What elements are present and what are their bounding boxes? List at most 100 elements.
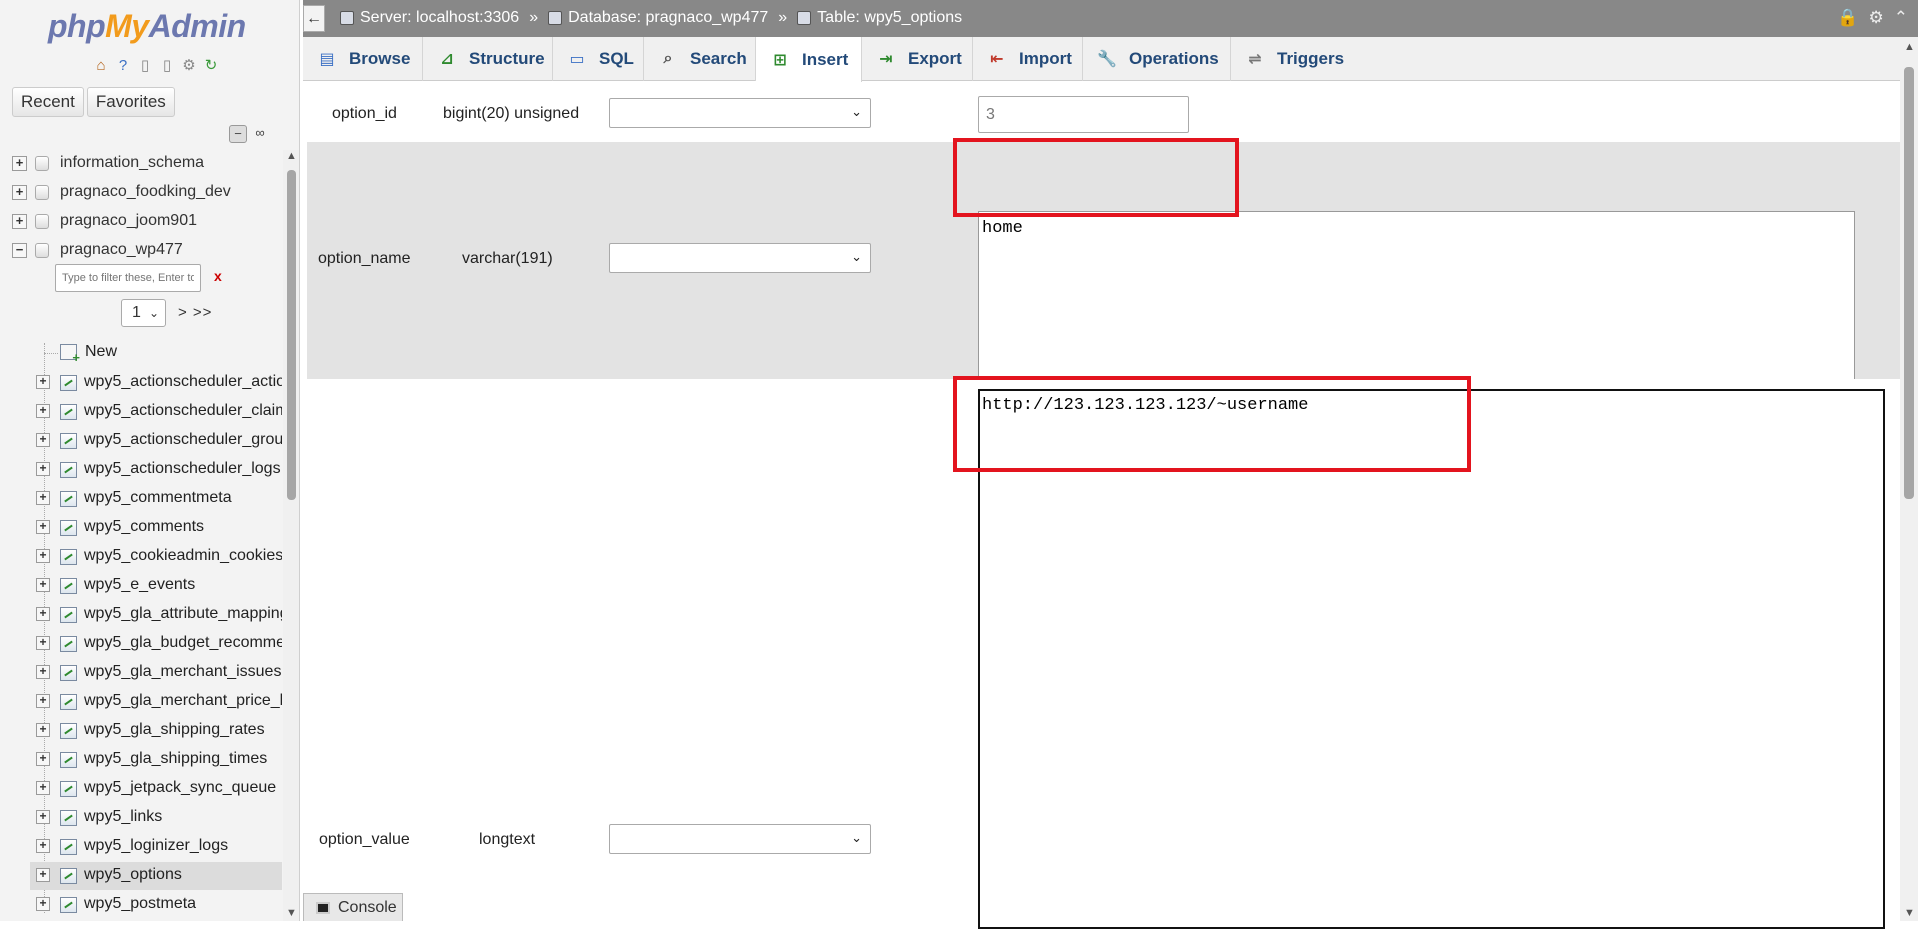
- table-label[interactable]: wpy5_links: [84, 808, 282, 826]
- table-list-item-selected[interactable]: + wpy5_options: [30, 862, 282, 890]
- expand-icon[interactable]: +: [36, 897, 50, 911]
- table-label[interactable]: wpy5_actionscheduler_logs: [84, 460, 282, 478]
- table-icon[interactable]: [60, 781, 77, 797]
- tab-search[interactable]: ⌕ Search: [644, 37, 756, 81]
- expand-icon[interactable]: +: [12, 155, 27, 171]
- scroll-thumb[interactable]: [1904, 67, 1914, 499]
- table-label[interactable]: wpy5_loginizer_logs: [84, 837, 282, 855]
- phpmyadmin-logo[interactable]: phpMyAdmin: [48, 8, 246, 45]
- table-label[interactable]: wpy5_gla_shipping_times: [84, 750, 282, 768]
- function-select[interactable]: ⌄: [609, 98, 871, 128]
- table-list-item[interactable]: + wpy5_actionscheduler_claims: [0, 398, 282, 426]
- table-label[interactable]: wpy5_actionscheduler_claims: [84, 402, 282, 420]
- table-label[interactable]: wpy5_e_events: [84, 576, 282, 594]
- tree-new-table[interactable]: New: [44, 340, 244, 366]
- scroll-down-icon[interactable]: ▼: [286, 907, 297, 919]
- table-label[interactable]: wpy5_comments: [84, 518, 282, 536]
- table-list-item[interactable]: + wpy5_e_events: [0, 572, 282, 600]
- collapse-top-icon[interactable]: ⌃: [1894, 8, 1908, 28]
- table-list-item[interactable]: + wpy5_actionscheduler_logs: [0, 456, 282, 484]
- table-list-item[interactable]: + wpy5_gla_shipping_times: [0, 746, 282, 774]
- table-icon[interactable]: [60, 723, 77, 739]
- expand-icon[interactable]: +: [36, 636, 50, 650]
- table-icon[interactable]: [60, 404, 77, 420]
- docs-icon[interactable]: ▯: [136, 56, 154, 74]
- scroll-down-icon[interactable]: ▼: [1904, 907, 1915, 919]
- expand-icon[interactable]: +: [36, 839, 50, 853]
- table-list-item[interactable]: + wpy5_postmeta: [0, 891, 282, 919]
- table-icon[interactable]: [60, 810, 77, 826]
- expand-icon[interactable]: +: [36, 404, 50, 418]
- scroll-thumb[interactable]: [287, 170, 296, 500]
- table-list-item[interactable]: + wpy5_actionscheduler_actions: [0, 369, 282, 397]
- tab-triggers[interactable]: ⇌ Triggers: [1231, 37, 1357, 81]
- table-icon[interactable]: [60, 665, 77, 681]
- scroll-up-icon[interactable]: ▲: [286, 150, 297, 162]
- table-label[interactable]: wpy5_gla_shipping_rates: [84, 721, 282, 739]
- table-label[interactable]: wpy5_gla_budget_recommendations: [84, 634, 282, 652]
- table-icon[interactable]: [60, 694, 77, 710]
- table-filter-input[interactable]: [55, 264, 201, 292]
- home-icon[interactable]: ⌂: [92, 56, 110, 74]
- expand-icon[interactable]: +: [36, 491, 50, 505]
- db-label[interactable]: pragnaco_joom901: [60, 212, 197, 230]
- table-list-item[interactable]: + wpy5_cookieadmin_cookies: [0, 543, 282, 571]
- table-list-item[interactable]: + wpy5_gla_shipping_rates: [0, 717, 282, 745]
- tree-db-item-expanded[interactable]: − pragnaco_wp477: [0, 237, 282, 263]
- tab-structure[interactable]: ⊿ Structure: [423, 37, 553, 81]
- favorites-button[interactable]: Favorites: [86, 87, 175, 117]
- table-label[interactable]: wpy5_cookieadmin_cookies: [84, 547, 282, 565]
- table-label[interactable]: wpy5_commentmeta: [84, 489, 282, 507]
- db-label[interactable]: pragnaco_foodking_dev: [60, 183, 231, 201]
- nav-scrollbar[interactable]: ▲ ▼: [283, 150, 299, 921]
- table-icon[interactable]: [60, 636, 77, 652]
- collapse-all-icon[interactable]: −: [229, 125, 247, 143]
- breadcrumb-table[interactable]: Table: wpy5_options: [817, 9, 962, 27]
- table-icon[interactable]: [60, 897, 77, 913]
- tree-db-item[interactable]: + pragnaco_foodking_dev: [0, 179, 282, 205]
- help-icon[interactable]: ?: [114, 56, 132, 74]
- tab-insert[interactable]: ⊞ Insert: [756, 37, 862, 82]
- collapse-icon[interactable]: −: [12, 242, 27, 258]
- expand-icon[interactable]: +: [36, 520, 50, 534]
- expand-icon[interactable]: +: [36, 549, 50, 563]
- tab-operations[interactable]: 🔧 Operations: [1083, 37, 1231, 81]
- table-list-item[interactable]: + wpy5_jetpack_sync_queue: [0, 775, 282, 803]
- expand-icon[interactable]: +: [36, 578, 50, 592]
- expand-icon[interactable]: +: [36, 694, 50, 708]
- expand-icon[interactable]: +: [36, 433, 50, 447]
- table-label[interactable]: wpy5_actionscheduler_actions: [84, 373, 282, 391]
- table-icon[interactable]: [60, 491, 77, 507]
- expand-icon[interactable]: +: [36, 607, 50, 621]
- table-icon[interactable]: [60, 375, 77, 391]
- table-icon[interactable]: [60, 839, 77, 855]
- expand-icon[interactable]: +: [36, 462, 50, 476]
- breadcrumb-server[interactable]: Server: localhost:3306: [360, 9, 519, 27]
- table-list-item[interactable]: + wpy5_commentmeta: [0, 485, 282, 513]
- collapse-nav-icon[interactable]: ←: [303, 5, 325, 32]
- recent-button[interactable]: Recent: [12, 87, 84, 117]
- table-label[interactable]: wpy5_jetpack_sync_queue: [84, 779, 282, 797]
- tab-browse[interactable]: ▤ Browse: [303, 37, 423, 81]
- table-list-item[interactable]: + wpy5_gla_budget_recommendations: [0, 630, 282, 658]
- tab-import[interactable]: ⇤ Import: [973, 37, 1083, 81]
- gear-icon[interactable]: ⚙: [180, 56, 198, 74]
- lock-icon[interactable]: 🔒: [1837, 8, 1858, 28]
- table-icon[interactable]: [60, 578, 77, 594]
- table-label[interactable]: wpy5_postmeta: [84, 895, 282, 913]
- console-toggle[interactable]: Console: [303, 893, 403, 921]
- db-label[interactable]: pragnaco_wp477: [60, 241, 183, 259]
- table-list-item[interactable]: + wpy5_loginizer_logs: [0, 833, 282, 861]
- function-select[interactable]: ⌄: [609, 824, 871, 854]
- function-select[interactable]: ⌄: [609, 243, 871, 273]
- gear-icon[interactable]: ⚙: [1869, 8, 1884, 28]
- table-list-item[interactable]: + wpy5_links: [0, 804, 282, 832]
- table-list-item[interactable]: + wpy5_gla_merchant_issues: [0, 659, 282, 687]
- table-icon[interactable]: [60, 520, 77, 536]
- table-icon[interactable]: [60, 868, 77, 884]
- expand-icon[interactable]: +: [36, 723, 50, 737]
- table-icon[interactable]: [60, 462, 77, 478]
- table-label[interactable]: wpy5_actionscheduler_groups: [84, 431, 282, 449]
- table-label[interactable]: wpy5_gla_merchant_issues: [84, 663, 282, 681]
- table-icon[interactable]: [60, 549, 77, 565]
